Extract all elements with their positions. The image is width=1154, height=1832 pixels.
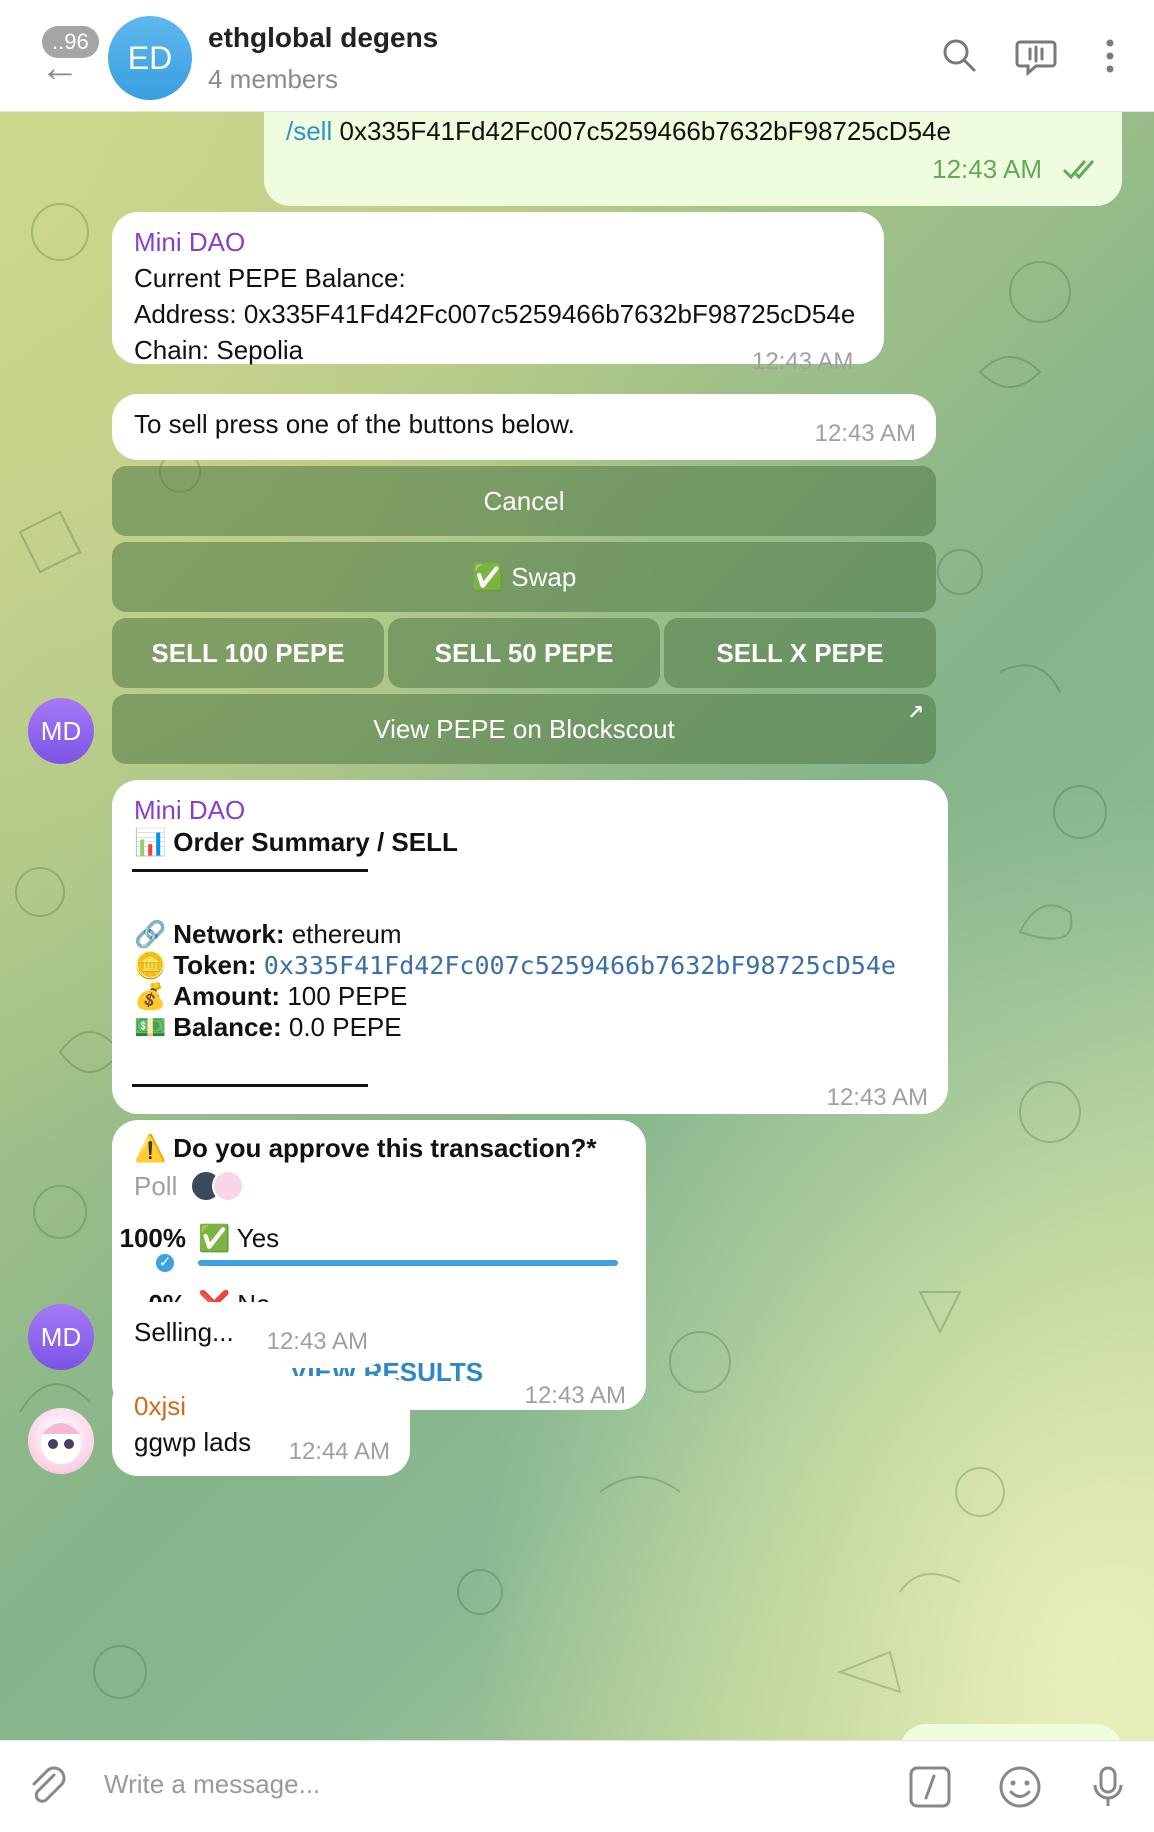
poll-type-label: Poll — [134, 1171, 178, 1201]
message-text: To sell press one of the buttons below. — [134, 409, 575, 439]
emoji-icon[interactable] — [996, 1763, 1044, 1811]
bot-avatar[interactable]: MD — [28, 1304, 94, 1370]
message-time: 12:43 AM — [814, 420, 916, 447]
button-label: Cancel — [483, 485, 565, 516]
chain-line: Chain: Sepolia — [134, 335, 304, 365]
paperclip-icon[interactable] — [24, 1763, 72, 1811]
unread-count-badge: ..96 — [42, 26, 99, 58]
token-label: Token: — [173, 950, 257, 980]
message-text: /sell 0x335F41Fd42Fc007c5259466b7632bF98… — [286, 116, 951, 147]
selling-message[interactable]: Selling... 12:43 AM — [112, 1302, 388, 1368]
view-blockscout-button[interactable]: View PEPE on Blockscout ↗ — [112, 694, 936, 764]
summary-title-text: Order Summary / SELL — [173, 827, 458, 857]
message-input[interactable]: Write a message... — [104, 1769, 320, 1800]
sell-x-button[interactable]: SELL X PEPE — [664, 618, 936, 688]
button-label: SELL 100 PEPE — [151, 637, 345, 668]
option-label-yes[interactable]: ✅ Yes — [198, 1220, 279, 1256]
user-message[interactable]: 0xjsi ggwp lads 12:44 AM — [112, 1376, 410, 1476]
button-label: View PEPE on Blockscout — [373, 713, 675, 744]
bot-avatar[interactable]: MD — [28, 698, 94, 764]
group-avatar[interactable]: ED — [108, 16, 192, 100]
chat-header: ← ..96 ED ethglobal degens 4 members — [0, 0, 1154, 112]
chat-title[interactable]: ethglobal degens — [208, 22, 438, 54]
order-summary-message[interactable]: Mini DAO 📊 Order Summary / SELL 🔗 Networ… — [112, 780, 948, 1114]
member-count: 4 members — [208, 64, 339, 94]
check-mark-emoji-icon: ✅ — [471, 561, 505, 592]
option-percent: 100% — [119, 1223, 187, 1253]
network-label: Network: — [173, 919, 285, 949]
banknote-emoji-icon: 💵 — [134, 1012, 167, 1042]
token-address[interactable]: 0x335F41Fd42Fc007c5259466b7632bF98725cD5… — [264, 951, 896, 980]
sender-name[interactable]: Mini DAO — [134, 792, 245, 828]
button-label: SELL X PEPE — [716, 637, 884, 668]
search-icon[interactable] — [938, 34, 982, 78]
message-text: ggwp lads — [134, 1427, 252, 1457]
more-menu-icon[interactable] — [1088, 34, 1132, 78]
summary-title: 📊 Order Summary / SELL — [134, 824, 458, 860]
address-line: Address: 0x335F41Fd42Fc007c5259466b7632b… — [134, 299, 856, 329]
warning-emoji-icon: ⚠️ — [134, 1133, 167, 1163]
sell-50-button[interactable]: SELL 50 PEPE — [388, 618, 660, 688]
network-value: ethereum — [291, 919, 402, 949]
message-time: 12:43 AM — [752, 348, 854, 375]
sell-prompt-message[interactable]: To sell press one of the buttons below. … — [112, 394, 936, 460]
poll-question: ⚠️ Do you approve this transaction?* — [134, 1130, 597, 1166]
message-time: 12:43 AM — [524, 1382, 626, 1409]
voted-check-icon: ✓ — [154, 1252, 176, 1274]
cancel-button[interactable]: Cancel — [112, 466, 936, 536]
option-text: Yes — [236, 1223, 280, 1253]
bar-chart-emoji-icon: 📊 — [134, 827, 167, 857]
voter-avatar — [212, 1170, 244, 1202]
option-bar — [198, 1260, 618, 1266]
balance-message[interactable]: Mini DAO Current PEPE Balance: Address: … — [112, 212, 884, 365]
amount-label: Amount: — [173, 981, 281, 1011]
outgoing-message[interactable] — [900, 1724, 1122, 1740]
address-text: 0x335F41Fd42Fc007c5259466b7632bF98725cD5… — [339, 116, 951, 146]
external-link-icon: ↗ — [907, 702, 924, 724]
bot-command-link[interactable]: /sell — [286, 116, 332, 146]
read-checkmarks-icon — [1062, 160, 1095, 180]
balance-row: 💵 Balance: 0.0 PEPE — [134, 1009, 402, 1045]
balance-value: 0.0 PEPE — [288, 1012, 402, 1042]
sender-name[interactable]: Mini DAO — [134, 224, 245, 260]
poll-question-text: Do you approve this transaction?* — [173, 1133, 597, 1163]
message-time: 12:44 AM — [288, 1438, 390, 1465]
button-label: Swap — [511, 561, 577, 592]
balance-line: Current PEPE Balance: — [134, 263, 406, 293]
message-time: 12:43 AM — [826, 1084, 928, 1111]
message-time: 12:43 AM — [932, 154, 1042, 184]
user-avatar[interactable] — [28, 1408, 94, 1474]
sender-name[interactable]: 0xjsi — [134, 1388, 186, 1424]
message-composer: Write a message... — [0, 1740, 1154, 1832]
message-text: Selling... — [134, 1317, 234, 1347]
bot-commands-icon[interactable] — [906, 1763, 954, 1811]
swap-button[interactable]: ✅ Swap — [112, 542, 936, 612]
button-label: SELL 50 PEPE — [434, 637, 614, 668]
check-mark-emoji-icon: ✅ — [198, 1223, 231, 1253]
voice-chat-icon[interactable] — [1014, 34, 1058, 78]
divider — [132, 1084, 368, 1087]
chat-area[interactable]: /sell 0x335F41Fd42Fc007c5259466b7632bF98… — [0, 112, 1154, 1740]
divider — [132, 869, 368, 872]
anime-avatar-icon — [41, 1423, 81, 1464]
sell-100-button[interactable]: SELL 100 PEPE — [112, 618, 384, 688]
back-button[interactable]: ← ..96 — [28, 26, 108, 88]
microphone-icon[interactable] — [1084, 1763, 1132, 1811]
outgoing-message[interactable]: /sell 0x335F41Fd42Fc007c5259466b7632bF98… — [264, 112, 1122, 206]
amount-value: 100 PEPE — [287, 981, 408, 1011]
balance-label: Balance: — [173, 1012, 282, 1042]
message-time: 12:43 AM — [266, 1328, 368, 1355]
